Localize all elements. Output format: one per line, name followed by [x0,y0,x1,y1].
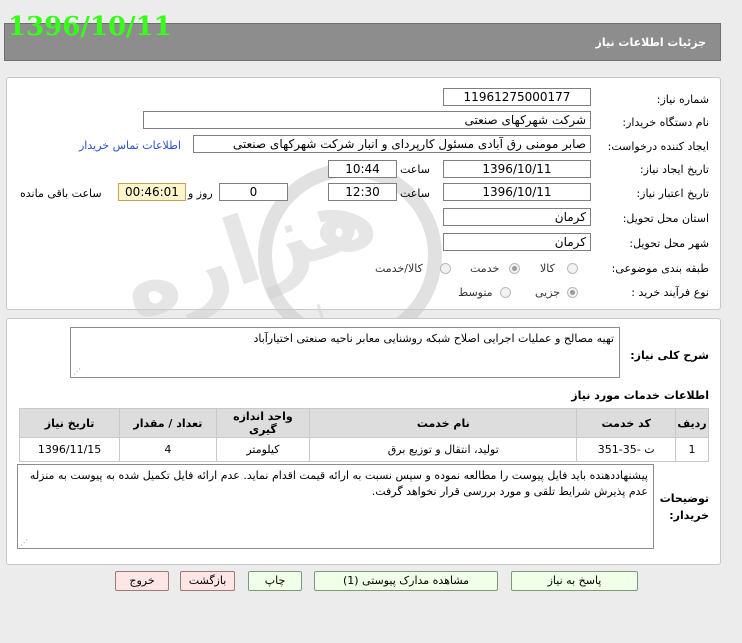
buyer-org-label: نام دستگاه خریدار: [622,116,709,129]
buyer-notes-textarea[interactable]: پیشنهاددهنده باید فایل پیوست را مطالعه ن… [17,464,654,549]
created-date-label: تاریخ ایجاد نیاز: [639,163,709,176]
summary-label: شرح کلی نیاز: [630,349,709,362]
cell-service-code: ت -35-351 [576,437,677,462]
services-table: ردیف کد خدمت نام خدمت واحد اندازه گیری ت… [18,408,709,462]
reply-to-need-button[interactable]: پاسخ به نیاز [511,571,638,591]
validity-date-field[interactable]: 1396/10/11 [443,183,591,201]
requester-label: ایجاد کننده درخواست: [607,140,709,153]
col-service-name: نام خدمت [309,408,578,438]
city-label: شهر محل تحویل: [629,237,709,250]
buyer-contact-link[interactable]: اطلاعات تماس خریدار [79,139,181,152]
remaining-days-field[interactable]: 0 [219,183,288,201]
process-radio-medium[interactable] [500,287,511,298]
category-option-service: خدمت [470,262,500,275]
view-attachments-button[interactable]: مشاهده مدارک پیوستی (1) [314,571,498,591]
print-button[interactable]: چاپ [248,571,302,591]
col-row-number: ردیف [675,408,709,438]
exit-button[interactable]: خروج [115,571,169,591]
col-service-code: کد خدمت [576,408,677,438]
category-option-goods-service: کالا/خدمت [375,262,423,275]
summary-text: تهیه مصالح و عملیات اجرایی اصلاح شبکه رو… [253,332,614,345]
cell-row-number: 1 [675,437,709,462]
created-date-field[interactable]: 1396/10/11 [443,160,591,178]
buyer-notes-text: پیشنهاددهنده باید فایل پیوست را مطالعه ن… [29,469,648,498]
validity-date-label: تاریخ اعتبار نیاز: [636,187,709,200]
remaining-time-label: ساعت باقی مانده [20,187,102,200]
city-field[interactable]: کرمان [443,233,591,251]
process-option-medium: متوسط [458,286,493,299]
table-row[interactable]: 1 ت -35-351 تولید، انتقال و توزیع برق کی… [18,437,709,462]
category-radio-service[interactable] [509,263,520,274]
col-quantity: تعداد / مقدار [119,408,217,438]
process-option-minor: جزیی [535,286,561,299]
validity-time-label: ساعت [400,187,430,200]
category-option-goods: کالا [540,262,555,275]
created-time-label: ساعت [400,163,430,176]
cell-unit: کیلومتر [215,437,311,462]
cell-need-date: 1396/11/15 [18,437,121,462]
need-number-field[interactable]: 11961275000177 [443,88,591,106]
need-number-label: شماره نیاز: [656,93,709,106]
province-label: استان محل تحویل: [622,212,709,225]
validity-time-field[interactable]: 12:30 [328,183,397,201]
services-title: اطلاعات خدمات مورد نیاز [571,389,709,402]
back-button[interactable]: بازگشت [180,571,235,591]
buyer-notes-label-line1: توضیحات [659,492,709,505]
buyer-notes-label-line2: خریدار: [669,509,709,522]
remaining-time-field: 00:46:01 [118,183,186,201]
page-title: جزئیات اطلاعات نیاز [595,36,707,49]
remaining-days-label: روز و [188,187,213,200]
process-radio-minor[interactable] [567,287,578,298]
category-label: طبقه بندی موضوعی: [611,262,709,275]
resize-grip-icon[interactable]: ⋰ [20,539,28,547]
table-header-row: ردیف کد خدمت نام خدمت واحد اندازه گیری ت… [18,408,709,438]
col-need-date: تاریخ نیاز [18,408,121,438]
requester-field[interactable]: صابر مومنی رق آبادی مسئول کارپردای و انب… [193,135,591,153]
category-radio-goods[interactable] [567,263,578,274]
created-time-field[interactable]: 10:44 [328,160,397,178]
summary-textarea[interactable]: تهیه مصالح و عملیات اجرایی اصلاح شبکه رو… [70,327,620,378]
col-unit: واحد اندازه گیری [215,408,311,438]
buyer-org-field[interactable]: شرکت شهرکهای صنعتی [143,111,591,129]
province-field[interactable]: کرمان [443,208,591,226]
category-radio-goods-service[interactable] [440,263,451,274]
process-type-label: نوع فرآیند خرید : [631,286,709,299]
cell-quantity: 4 [119,437,217,462]
resize-grip-icon[interactable]: ⋰ [73,368,81,376]
cell-service-name: تولید، انتقال و توزیع برق [309,437,578,462]
date-stamp: 1396/10/11 [8,12,172,42]
